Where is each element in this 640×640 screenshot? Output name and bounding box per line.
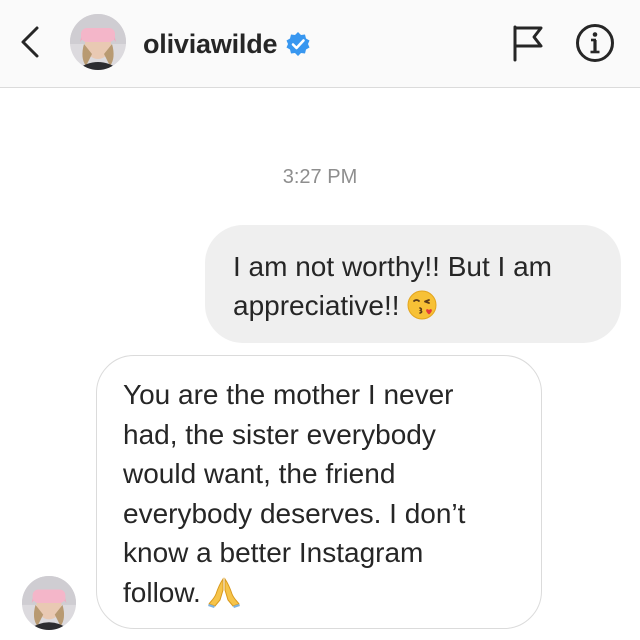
message-text-line: would want, the friend (123, 458, 396, 489)
direct-message-screen: oliviawilde 3:27 PM I am not worthy!! Bu… (0, 0, 640, 640)
message-text-line: I am not worthy!! But I am (233, 251, 553, 282)
profile-photo (22, 576, 76, 630)
message-text-line: everybody deserves. I don’t (123, 497, 466, 529)
message-text-line: appreciative!! (233, 290, 400, 321)
message-timestamp: 3:27 PM (282, 166, 358, 188)
verified-badge-icon (286, 32, 310, 56)
sent-message-bubble[interactable]: I am not worthy!! But I am appreciative!… (205, 225, 621, 343)
flag-icon (513, 25, 543, 62)
username-link[interactable]: oliviawilde (143, 24, 311, 64)
received-message-bubble[interactable]: You are the mother I never had, the sist… (96, 355, 542, 629)
kissing-face-emoji-icon (406, 289, 438, 331)
folded-hands-emoji-icon (207, 576, 241, 619)
back-chevron-icon (21, 26, 39, 58)
profile-photo (70, 14, 126, 70)
report-flag-button[interactable] (508, 22, 548, 64)
message-text-line: follow. (123, 573, 521, 619)
sender-avatar[interactable] (22, 576, 76, 630)
avatar[interactable] (70, 14, 126, 70)
username: oliviawilde (143, 28, 278, 59)
message-text-line: follow. (123, 576, 201, 608)
info-icon (576, 24, 614, 62)
back-button[interactable] (12, 22, 48, 62)
message-text-line: appreciative!! (233, 286, 595, 331)
info-button[interactable] (574, 22, 616, 64)
thread-header: oliviawilde (0, 0, 640, 88)
message-text-line: know a better Instagram (123, 537, 424, 568)
message-text-line: had, the sister everybody (123, 418, 436, 450)
message-text-line: You are the mother I never (123, 379, 454, 410)
